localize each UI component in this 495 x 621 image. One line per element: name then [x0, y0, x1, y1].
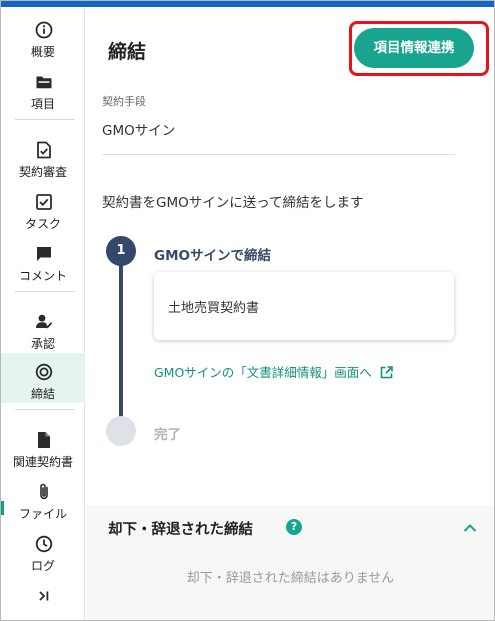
sidebar-item-label: 概要 [30, 45, 55, 59]
checkbox-icon [36, 194, 52, 210]
document-name: 土地売買契約書 [168, 301, 260, 316]
folder-icon [36, 76, 52, 89]
sidebar-item-label: タスク [24, 217, 61, 231]
gmo-document-detail-link[interactable]: GMOサインの「文書詳細情報」画面へ [154, 362, 393, 381]
sidebar-item-approval[interactable]: 承認 [1, 303, 85, 353]
section-title: 却下・辞退された締結 [108, 522, 253, 538]
document-card[interactable]: 土地売買契約書 [154, 272, 454, 340]
sidebar-divider [15, 409, 75, 410]
collapse-sidebar-button[interactable] [1, 577, 85, 620]
sidebar-item-fields[interactable]: 項目 [1, 63, 85, 113]
app-window: 概要 項目 契約審査 タスク コメント 承認 締結 関連契約書 ファイル ログ … [0, 0, 495, 621]
page-title: 締結 [108, 41, 147, 63]
clock-icon [35, 535, 53, 553]
sidebar: 概要 項目 契約審査 タスク コメント 承認 締結 関連契約書 ファイル ログ [1, 7, 85, 620]
sidebar-item-label: コメント [18, 269, 67, 283]
step-title: GMOサインで締結 [154, 248, 271, 264]
comment-icon [37, 247, 51, 261]
sidebar-item-signing[interactable]: 締結 [1, 353, 85, 403]
sidebar-item-files[interactable]: ファイル [1, 473, 85, 523]
document-icon [38, 432, 50, 448]
scroll-indicator [1, 501, 4, 515]
approval-user-icon [36, 314, 53, 329]
target-icon [35, 363, 53, 381]
method-value: GMOサイン [102, 123, 176, 139]
info-icon [35, 21, 53, 39]
empty-state-text: 却下・辞退された締結はありません [186, 571, 395, 586]
link-field-info-button[interactable]: 項目情報連携 [354, 28, 474, 68]
collapse-panel-icon [39, 591, 49, 601]
sidebar-item-label: 関連契約書 [12, 455, 73, 469]
description-text: 契約書をGMOサインに送って締結をします [102, 195, 364, 211]
sidebar-item-label: ログ [30, 559, 55, 573]
external-link-icon [380, 366, 393, 379]
paperclip-icon [40, 483, 48, 500]
sidebar-item-contract-review[interactable]: 契約審査 [1, 131, 85, 181]
sidebar-item-tasks[interactable]: タスク [1, 183, 85, 233]
doc-check-icon [37, 141, 51, 159]
signing-panel: 締結 項目情報連携 契約手段 GMOサイン 契約書をGMOサインに送って締結をし… [86, 7, 494, 620]
rejected-signings-section: 却下・辞退された締結 ? 却下・辞退された締結はありません [86, 505, 494, 620]
sidebar-item-label: 承認 [30, 337, 55, 351]
sidebar-item-overview[interactable]: 概要 [1, 11, 85, 61]
divider [102, 154, 455, 155]
step-number-badge: 1 [106, 236, 136, 266]
step-pending-badge [106, 416, 136, 446]
sidebar-divider [15, 119, 75, 120]
sidebar-item-log[interactable]: ログ [1, 525, 85, 575]
help-icon[interactable]: ? [286, 519, 302, 535]
chevron-up-icon[interactable] [461, 519, 479, 537]
method-label: 契約手段 [102, 95, 146, 108]
sidebar-divider [15, 291, 75, 292]
step-title: 完了 [154, 427, 181, 443]
sidebar-item-label: 契約審査 [18, 165, 67, 179]
link-text: GMOサインの「文書詳細情報」画面へ [154, 365, 372, 380]
sidebar-item-label: 締結 [30, 387, 55, 401]
stepper-line [119, 251, 123, 419]
sidebar-item-related-contracts[interactable]: 関連契約書 [1, 421, 85, 471]
sidebar-item-label: 項目 [30, 97, 55, 111]
sidebar-item-label: ファイル [18, 507, 67, 521]
sidebar-item-comments[interactable]: コメント [1, 235, 85, 285]
